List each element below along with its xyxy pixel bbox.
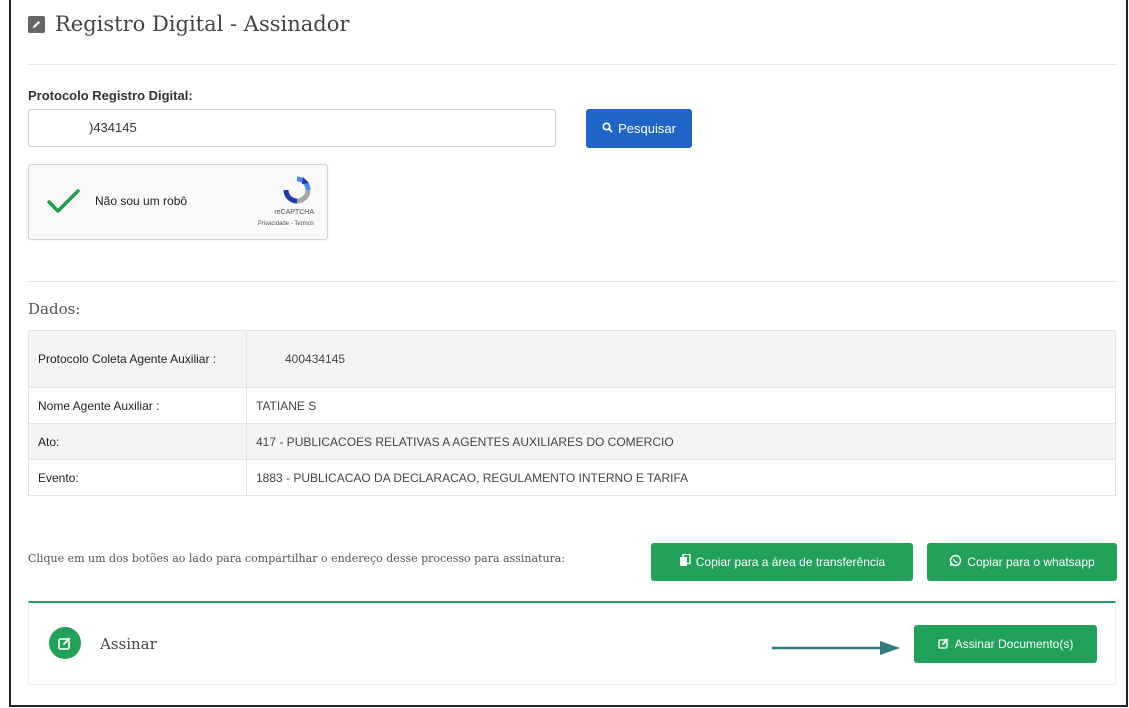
edit-icon	[28, 15, 45, 33]
share-instructions: Clique em um dos botões ao lado para com…	[28, 552, 566, 565]
dados-table: Protocolo Coleta Agente Auxiliar : 40043…	[28, 330, 1116, 496]
protocol-input[interactable]: )434145	[28, 109, 556, 147]
divider	[28, 281, 1117, 282]
table-value: TATIANE S	[246, 387, 1116, 424]
search-icon	[602, 121, 613, 136]
page-title: Registro Digital - Assinador	[55, 12, 350, 36]
checkmark-icon[interactable]	[45, 187, 83, 220]
recaptcha-brand: reCAPTCHA	[274, 209, 314, 216]
copy-icon	[679, 553, 691, 570]
table-value: 1883 - PUBLICACAO DA DECLARACAO, REGULAM…	[246, 459, 1116, 496]
copy-whatsapp-label: Copiar para o whatsapp	[967, 555, 1095, 569]
recaptcha-logo-icon	[282, 175, 312, 210]
table-row: Ato: 417 - PUBLICACOES RELATIVAS A AGENT…	[28, 423, 1116, 460]
copy-whatsapp-button[interactable]: Copiar para o whatsapp	[927, 543, 1117, 581]
table-key: Ato:	[28, 423, 247, 460]
edit-icon	[937, 637, 950, 652]
search-button[interactable]: Pesquisar	[586, 109, 692, 148]
recaptcha-links[interactable]: Privacidade - Termos	[258, 221, 314, 227]
sign-documents-label: Assinar Documento(s)	[954, 637, 1074, 651]
sign-label: Assinar	[100, 635, 157, 653]
copy-clipboard-label: Copiar para a área de transferência	[695, 555, 886, 569]
table-key: Nome Agente Auxiliar :	[28, 387, 247, 424]
protocol-input-value: )434145	[89, 120, 137, 135]
divider	[28, 64, 1117, 65]
sign-documents-button[interactable]: Assinar Documento(s)	[914, 625, 1097, 663]
table-row: Evento: 1883 - PUBLICACAO DA DECLARACAO,…	[28, 459, 1116, 496]
sign-edit-icon	[49, 627, 81, 659]
protocol-label: Protocolo Registro Digital:	[28, 88, 193, 103]
table-key: Evento:	[28, 459, 247, 496]
table-row: Protocolo Coleta Agente Auxiliar : 40043…	[28, 330, 1116, 388]
recaptcha-widget[interactable]: Não sou um robô reCAPTCHA Privacidade - …	[28, 164, 328, 240]
table-key: Protocolo Coleta Agente Auxiliar :	[28, 330, 247, 388]
search-button-label: Pesquisar	[618, 121, 676, 136]
dados-title: Dados:	[28, 300, 81, 318]
table-value: 400434145	[246, 330, 1116, 388]
table-value: 417 - PUBLICACOES RELATIVAS A AGENTES AU…	[246, 423, 1116, 460]
table-row: Nome Agente Auxiliar : TATIANE S	[28, 387, 1116, 424]
copy-clipboard-button[interactable]: Copiar para a área de transferência	[651, 543, 913, 581]
arrow-right-icon	[772, 641, 900, 655]
sign-panel: Assinar Assinar Documento(s)	[28, 601, 1116, 685]
recaptcha-label: Não sou um robô	[95, 194, 188, 208]
page-header: Registro Digital - Assinador	[28, 10, 349, 38]
whatsapp-icon	[949, 554, 962, 570]
